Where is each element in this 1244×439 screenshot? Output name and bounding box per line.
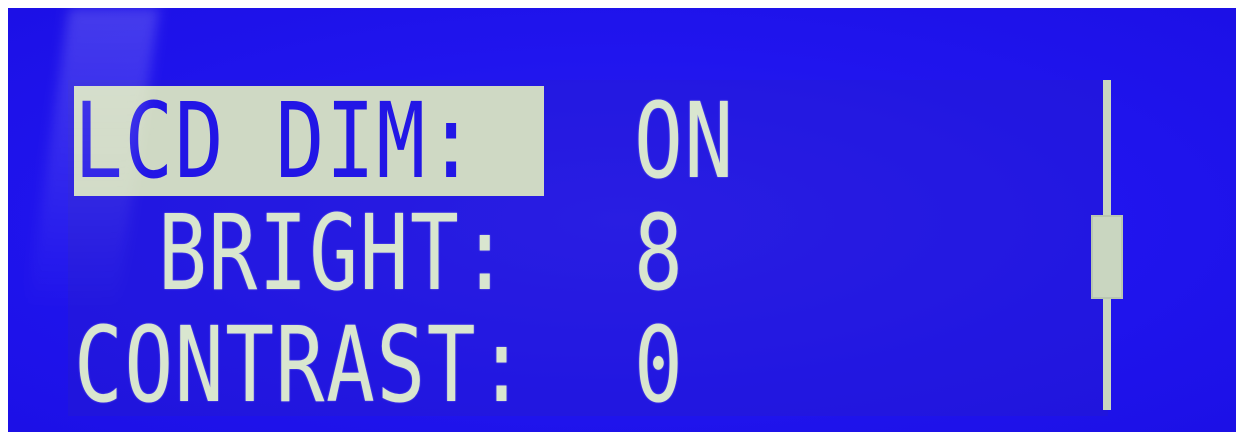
menu-item-value-lcd-dim[interactable]: ON: [634, 86, 735, 196]
menu-item-label: BRIGHT:: [158, 192, 511, 314]
menu-item-label: CONTRAST:: [74, 304, 528, 426]
menu-item-value-contrast[interactable]: 0: [634, 310, 684, 420]
scrollbar-thumb[interactable]: [1091, 215, 1123, 300]
menu-item-contrast[interactable]: CONTRAST:: [74, 310, 656, 420]
lcd-screen: LCD DIM: ON BRIGHT: 8 CONTRAST: 0: [8, 8, 1236, 432]
menu-item-value-bright[interactable]: 8: [634, 198, 684, 308]
menu-item-label: LCD DIM:: [74, 80, 478, 202]
menu-item-bright[interactable]: BRIGHT:: [158, 198, 610, 308]
menu-item-lcd-dim[interactable]: LCD DIM:: [74, 86, 591, 196]
device-bezel: LCD DIM: ON BRIGHT: 8 CONTRAST: 0: [0, 0, 1244, 439]
